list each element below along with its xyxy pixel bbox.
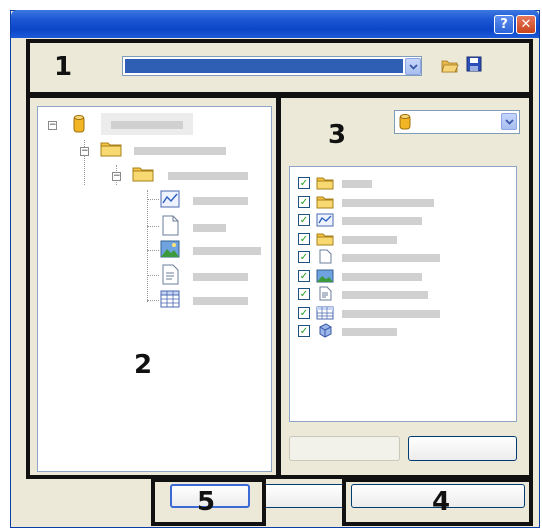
callout-number-3: 3 [328,120,347,150]
callout-number-5: 5 [197,487,216,517]
help-button[interactable]: ? [494,15,514,34]
help-icon: ? [500,17,508,32]
callout-box-3 [276,94,533,479]
callout-number-1: 1 [54,52,73,82]
cancel-button[interactable] [264,484,344,508]
callout-box-2 [26,94,281,479]
callout-box-1 [26,39,533,96]
close-button[interactable]: ✕ [516,15,536,34]
callout-number-4: 4 [432,487,451,517]
title-bar[interactable] [11,10,539,38]
callout-number-2: 2 [134,350,153,380]
close-icon: ✕ [520,17,532,32]
